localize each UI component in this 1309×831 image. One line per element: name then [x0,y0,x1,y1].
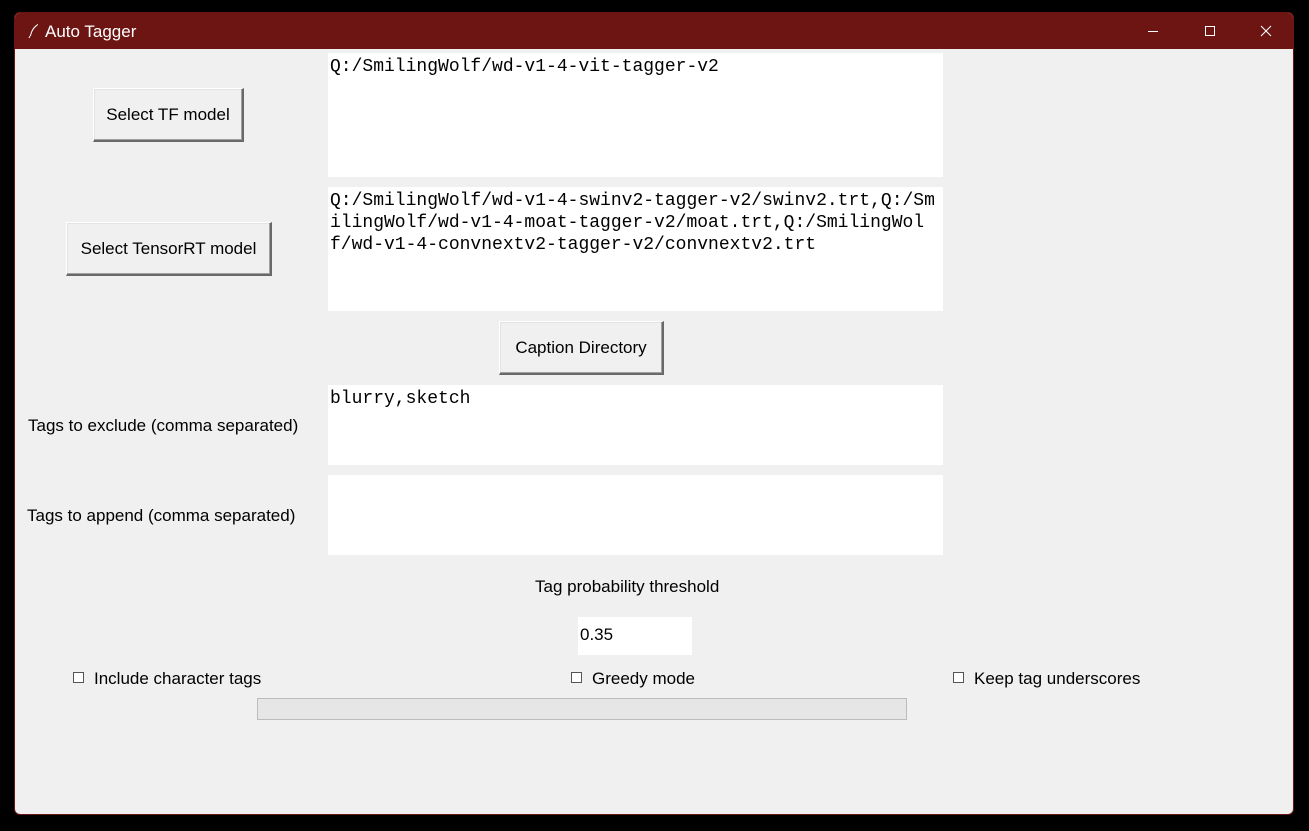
caption-directory-button[interactable]: Caption Directory [499,321,664,375]
title-bar[interactable]: Auto Tagger [15,13,1293,49]
keep-tag-underscores-label: Keep tag underscores [974,669,1141,688]
select-tensorrt-model-button[interactable]: Select TensorRT model [66,222,272,276]
greedy-mode-option[interactable]: Greedy mode [571,669,695,689]
keep-tag-underscores-option[interactable]: Keep tag underscores [953,669,1140,689]
maximize-button[interactable] [1181,13,1239,49]
tf-model-path-textbox[interactable]: Q:/SmilingWolf/wd-v1-4-vit-tagger-v2 [328,53,943,177]
append-tags-textbox[interactable] [328,475,943,555]
threshold-label: Tag probability threshold [535,577,720,596]
feather-icon [28,24,38,39]
main-panel: Select TF model Q:/SmilingWolf/wd-v1-4-v… [15,49,1293,814]
threshold-entry[interactable]: 0.35 [578,617,692,655]
append-tags-label: Tags to append (comma separated) [27,506,296,525]
minimize-icon [1148,31,1158,32]
tensorrt-model-paths-textbox[interactable]: Q:/SmilingWolf/wd-v1-4-swinv2-tagger-v2/… [328,187,943,311]
keep-tag-underscores-checkbox[interactable] [953,671,964,683]
include-character-tags-option[interactable]: Include character tags [73,669,261,689]
include-character-tags-label: Include character tags [94,669,262,688]
exclude-tags-textbox[interactable]: blurry,sketch [328,385,943,465]
maximize-icon [1205,26,1215,36]
app-window: Auto Tagger Select TF model Q:/SmilingWo… [14,12,1294,815]
close-icon [1260,25,1272,37]
exclude-tags-label: Tags to exclude (comma separated) [28,416,299,435]
close-button[interactable] [1237,13,1293,49]
window-title: Auto Tagger [45,22,137,41]
greedy-mode-checkbox[interactable] [571,671,582,683]
minimize-button[interactable] [1124,13,1182,49]
select-tf-model-button[interactable]: Select TF model [93,88,244,142]
greedy-mode-label: Greedy mode [592,669,695,688]
include-character-tags-checkbox[interactable] [73,671,84,683]
progress-bar [257,698,907,720]
